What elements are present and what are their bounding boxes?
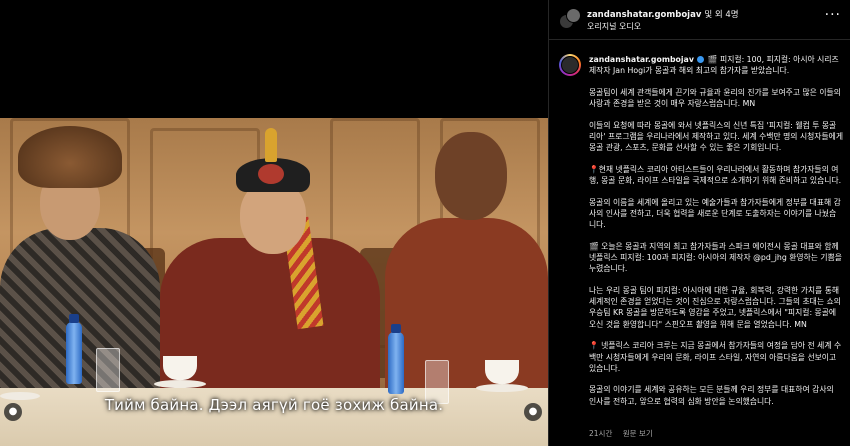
caption-paragraph: 🎬 오늘은 몽골과 지역의 최고 참가자들과 스파크 에이전시 몽골 대표와 함… <box>589 241 842 274</box>
caption-paragraph: 몽골팀이 세계 관객들에게 끈기와 규율과 윤리의 진가를 보여주고 많은 이들… <box>589 87 841 109</box>
caption-footer: 21시간 원문 보기 <box>589 428 661 439</box>
glass <box>96 348 120 392</box>
more-horizontal-icon[interactable]: ··· <box>825 8 841 22</box>
verified-badge-icon <box>697 56 705 63</box>
post-side-panel: zandanshatar.gombojav 및 외 4명 오리지널 오디오 ··… <box>548 0 850 446</box>
tea-cup <box>163 356 197 380</box>
author-avatar[interactable] <box>559 54 581 76</box>
volume-off-icon[interactable]: ● <box>524 403 542 421</box>
reel-media-area[interactable]: Тийм байна. Дээл аягүй гоё зохиж байна. … <box>0 0 548 446</box>
header-usernames[interactable]: zandanshatar.gombojav 및 외 4명 <box>587 8 739 20</box>
caption-paragraph: 몽골의 이야기를 세계와 공유하는 모든 분들께 우리 정부를 대표하여 감사의… <box>589 385 834 406</box>
saucer <box>154 380 206 388</box>
caption-body: zandanshatar.gombojav 🎬 피지컬: 100, 피지컬: 아… <box>589 54 843 417</box>
header-others[interactable]: 및 외 4명 <box>704 10 738 20</box>
caption-paragraph: 📍현재 넷플릭스 코리아 아티스트들이 우리나라에서 활동하며 참가자들의 여행… <box>589 164 842 186</box>
original-audio-link[interactable]: 오리지널 오디오 <box>587 21 641 32</box>
user-tag-icon[interactable]: ● <box>4 403 22 421</box>
video-subtitle: Тийм байна. Дээл аягүй гоё зохиж байна. <box>104 396 444 414</box>
header-username[interactable]: zandanshatar.gombojav <box>587 10 701 20</box>
water-bottle <box>66 314 82 384</box>
caption-paragraph: 이들의 요청에 따라 몽골에 와서 넷플릭스의 신년 특집 '피지컬: 웰컴 투… <box>589 120 843 153</box>
water-bottle <box>388 324 404 394</box>
caption-paragraph: 📍 넷플릭스 코리아 크루는 지금 몽골에서 참가자들의 여정을 담아 전 세계… <box>589 341 842 373</box>
post-header: zandanshatar.gombojav 및 외 4명 오리지널 오디오 ··… <box>549 0 850 40</box>
caption-author[interactable]: zandanshatar.gombojav <box>589 55 694 64</box>
collab-avatars[interactable] <box>559 8 581 30</box>
post-caption: zandanshatar.gombojav 🎬 피지컬: 100, 피지컬: 아… <box>549 46 850 420</box>
tea-cup <box>485 360 519 384</box>
see-translation-link[interactable]: 원문 보기 <box>623 429 653 438</box>
post-time: 21시간 <box>589 429 613 438</box>
saucer <box>476 384 528 392</box>
caption-paragraph: 나는 우리 몽골 팀이 피지컬: 아시아에 대한 규율, 회복력, 강력한 가치… <box>589 286 841 329</box>
caption-paragraph: 몽골의 이름을 세계에 올리고 있는 예술가들과 참가자들에게 정부를 대표해 … <box>589 197 841 230</box>
